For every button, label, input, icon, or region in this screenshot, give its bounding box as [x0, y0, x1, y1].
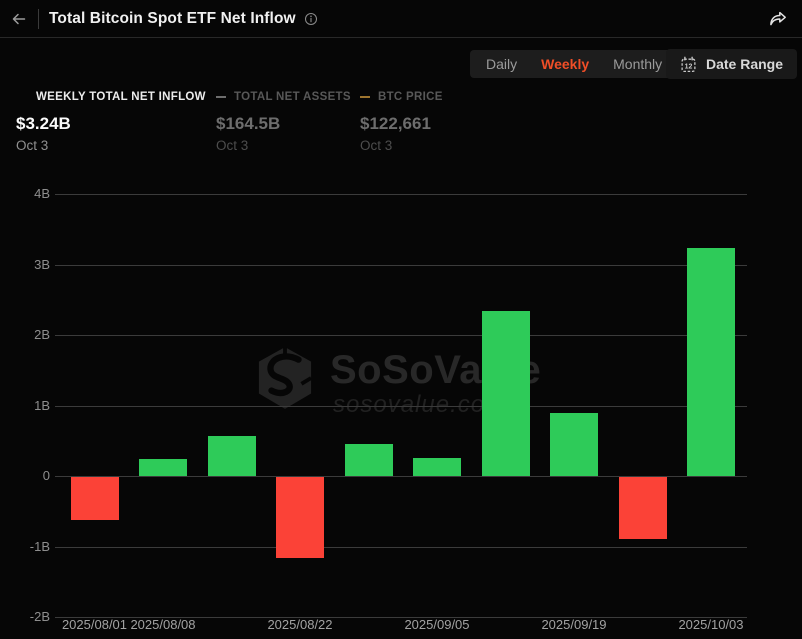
calendar-icon: 12	[680, 56, 697, 73]
y-axis-tick-label: 1B	[6, 398, 50, 413]
legend-value: $122,661	[360, 114, 443, 134]
gray-dash-icon	[216, 96, 226, 98]
negative-inflow-bar[interactable]	[276, 477, 324, 558]
green-red-square-icon	[16, 91, 28, 103]
x-axis-tick-label: 2025/08/22	[235, 617, 365, 632]
back-button[interactable]	[6, 6, 32, 32]
legend-item-btc-price[interactable]: BTC PRICE $122,661 Oct 3	[360, 90, 443, 153]
x-axis-tick-label: 2025/10/03	[646, 617, 776, 632]
x-axis-tick-label: 2025/09/05	[372, 617, 502, 632]
negative-inflow-bar[interactable]	[71, 477, 119, 520]
x-axis-tick-label: 2025/08/08	[98, 617, 228, 632]
legend-item-total-net-assets[interactable]: TOTAL NET ASSETS $164.5B Oct 3	[216, 90, 351, 153]
svg-text:12: 12	[685, 63, 693, 70]
y-axis-tick-label: -1B	[6, 539, 50, 554]
header: Total Bitcoin Spot ETF Net Inflow	[0, 0, 802, 38]
date-range-button[interactable]: 12 Date Range	[666, 49, 797, 79]
y-axis-tick-label: 4B	[6, 186, 50, 201]
gridline	[55, 547, 747, 548]
negative-inflow-bar[interactable]	[619, 477, 667, 539]
tab-monthly[interactable]: Monthly	[601, 50, 674, 78]
net-inflow-bar-chart: SoSoValue sosovalue.com 4B3B2B1B0-1B-2B2…	[0, 180, 802, 639]
gridline	[55, 335, 747, 336]
legend-date: Oct 3	[216, 138, 351, 153]
x-axis-tick-label: 2025/09/19	[509, 617, 639, 632]
y-axis-tick-label: 0	[6, 468, 50, 483]
share-button[interactable]	[764, 5, 792, 33]
legend-value: $164.5B	[216, 114, 351, 134]
tab-weekly[interactable]: Weekly	[529, 50, 601, 78]
sosovalue-cube-logo	[256, 344, 314, 412]
positive-inflow-bar[interactable]	[345, 444, 393, 476]
page-title: Total Bitcoin Spot ETF Net Inflow	[49, 10, 296, 28]
positive-inflow-bar[interactable]	[550, 413, 598, 476]
period-tab-group: Daily Weekly Monthly	[470, 50, 678, 78]
legend-item-weekly-net-inflow[interactable]: WEEKLY TOTAL NET INFLOW $3.24B Oct 3	[16, 90, 206, 153]
gridline	[55, 265, 747, 266]
legend-label: WEEKLY TOTAL NET INFLOW	[36, 91, 206, 103]
positive-inflow-bar[interactable]	[413, 458, 461, 476]
legend-value: $3.24B	[16, 114, 206, 134]
gridline	[55, 194, 747, 195]
amber-dash-icon	[360, 96, 370, 98]
legend-label: BTC PRICE	[378, 91, 443, 103]
legend-date: Oct 3	[360, 138, 443, 153]
date-range-label: Date Range	[706, 56, 783, 72]
gridline	[55, 406, 747, 407]
positive-inflow-bar[interactable]	[482, 311, 530, 476]
header-divider	[38, 9, 39, 29]
info-icon[interactable]	[304, 12, 318, 26]
positive-inflow-bar[interactable]	[139, 459, 187, 476]
legend-date: Oct 3	[16, 138, 206, 153]
y-axis-tick-label: 2B	[6, 327, 50, 342]
positive-inflow-bar[interactable]	[687, 248, 735, 476]
etf-net-inflow-page: Total Bitcoin Spot ETF Net Inflow Daily …	[0, 0, 802, 639]
share-icon	[768, 9, 788, 29]
legend-label: TOTAL NET ASSETS	[234, 91, 351, 103]
arrow-left-icon	[11, 11, 27, 27]
y-axis-tick-label: 3B	[6, 257, 50, 272]
positive-inflow-bar[interactable]	[208, 436, 256, 476]
tab-daily[interactable]: Daily	[474, 50, 529, 78]
